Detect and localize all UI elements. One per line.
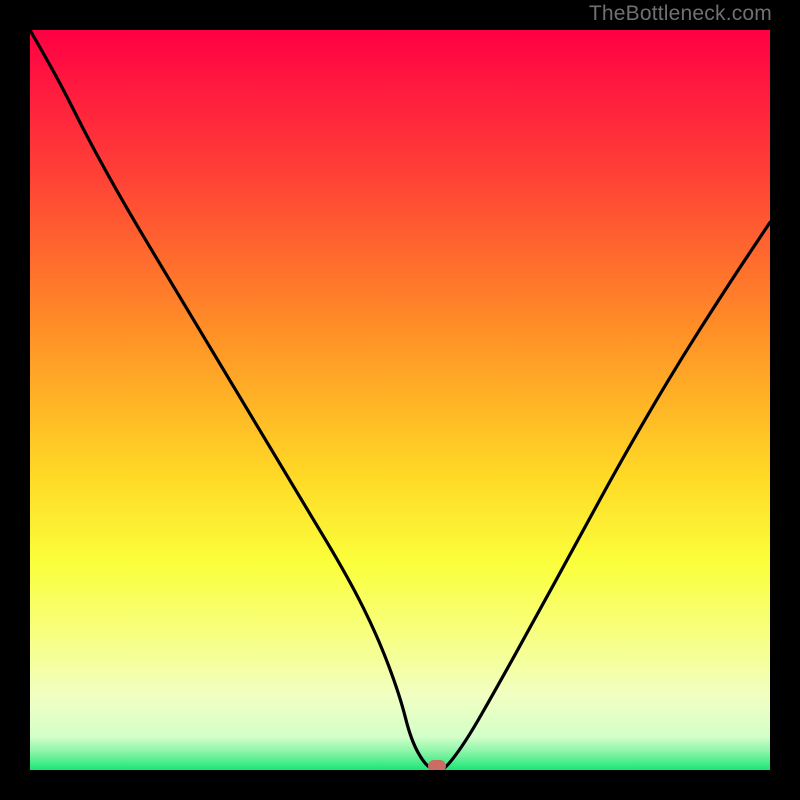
- optimal-point-marker: [428, 760, 446, 770]
- plot-area: [30, 30, 770, 770]
- bottleneck-curve: [30, 30, 770, 770]
- watermark-text: TheBottleneck.com: [589, 2, 772, 26]
- chart-frame: TheBottleneck.com: [0, 0, 800, 800]
